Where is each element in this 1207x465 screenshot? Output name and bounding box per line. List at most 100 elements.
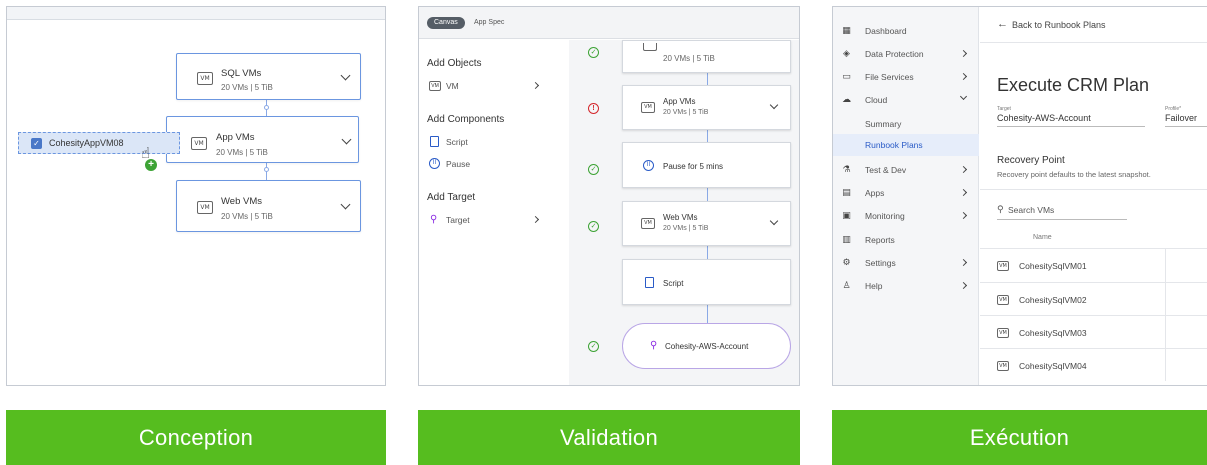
- node-title: SQL VMs: [221, 68, 262, 79]
- sidebar-item-file-services[interactable]: ▭ File Services: [833, 66, 979, 88]
- node-title: Web VMs: [221, 196, 263, 207]
- table-row[interactable]: VM CohesitySqlVM03: [980, 316, 1165, 349]
- add-badge-icon: +: [145, 159, 157, 171]
- sidebar-item-label: Data Protection: [865, 49, 924, 59]
- conception-banner: Conception: [6, 410, 386, 465]
- sidebar-item-label: Reports: [865, 235, 895, 245]
- sidebar-item-reports[interactable]: ▥ Reports: [833, 229, 979, 251]
- sidebar-item-test-dev[interactable]: ⚗ Test & Dev: [833, 159, 979, 181]
- web-vms-node[interactable]: VM Web VMs 20 VMs | 5 TiB: [176, 180, 361, 232]
- node-title: App VMs: [216, 132, 255, 143]
- sidebar-item-dashboard[interactable]: ▦ Dashboard: [833, 20, 979, 42]
- sidebar-item-settings[interactable]: ⚙ Settings: [833, 252, 979, 274]
- shield-icon: ◈: [843, 48, 850, 58]
- chevron-down-icon[interactable]: [769, 216, 779, 226]
- web-vms-card[interactable]: VM Web VMs 20 VMs | 5 TiB: [622, 201, 791, 246]
- apps-icon: ▤: [842, 187, 851, 197]
- sidebar-item-apps[interactable]: ▤ Apps: [833, 182, 979, 204]
- search-input[interactable]: Search VMs: [1008, 205, 1054, 215]
- location-pin-icon: ⚲: [430, 214, 438, 225]
- app-vms-card[interactable]: VM App VMs 20 VMs | 5 TiB: [622, 85, 791, 130]
- vm-icon: VM: [191, 137, 207, 150]
- sidebar-item-label: Dashboard: [865, 26, 907, 36]
- vm-name: CohesitySqlVM02: [1019, 295, 1087, 305]
- vm-name: CohesitySqlVM01: [1019, 261, 1087, 271]
- chevron-right-icon[interactable]: [531, 215, 540, 224]
- monitoring-icon: ▣: [842, 210, 851, 220]
- profile-label: Profile*: [1165, 106, 1182, 112]
- canvas-top-bar: [7, 7, 385, 20]
- vm-group-card[interactable]: 20 VMs | 5 TiB: [622, 40, 791, 73]
- vm-icon: VM: [197, 72, 213, 85]
- search-icon: ⚲: [997, 204, 1004, 214]
- card-title: Cohesity-AWS-Account: [665, 342, 749, 351]
- add-components-heading: Add Components: [427, 114, 505, 125]
- status-ok-icon: ✓: [588, 341, 599, 352]
- runbook-execution-content: ← Back to Runbook Plans Execute CRM Plan…: [980, 7, 1207, 385]
- chevron-right-icon: [959, 49, 968, 58]
- sidebar-item-label: Settings: [865, 258, 896, 268]
- search-underline: [997, 219, 1127, 220]
- dashboard-icon: ▦: [842, 25, 851, 35]
- back-to-runbook-plans-link[interactable]: Back to Runbook Plans: [1012, 20, 1106, 30]
- profile-select[interactable]: Failover: [1165, 113, 1197, 123]
- sidebar-item-script[interactable]: Script: [446, 137, 468, 147]
- status-ok-icon: ✓: [588, 47, 599, 58]
- table-row[interactable]: VM CohesitySqlVM04: [980, 349, 1165, 382]
- chevron-down-icon[interactable]: [341, 134, 352, 145]
- sidebar-item-label: Help: [865, 281, 883, 291]
- pause-card[interactable]: II Pause for 5 mins: [622, 142, 791, 188]
- chevron-right-icon: [959, 165, 968, 174]
- back-arrow-icon[interactable]: ←: [997, 18, 1008, 30]
- table-row[interactable]: VM CohesitySqlVM02: [980, 283, 1165, 316]
- sidebar-item-vm[interactable]: VM: [446, 81, 459, 91]
- execution-banner: Exécution: [832, 410, 1207, 465]
- sql-vms-node[interactable]: VM SQL VMs 20 VMs | 5 TiB: [176, 53, 361, 100]
- vm-icon: VM: [997, 261, 1009, 271]
- vm-icon: VM: [997, 328, 1009, 338]
- sidebar-item-runbook-plans[interactable]: Runbook Plans: [833, 134, 979, 156]
- gear-icon: ⚙: [842, 257, 851, 267]
- sidebar-item-target[interactable]: Target: [446, 215, 470, 225]
- chevron-right-icon: [959, 72, 968, 81]
- card-title: Script: [663, 279, 684, 288]
- sidebar-item-label: Test & Dev: [865, 165, 907, 175]
- sidebar-item-monitoring[interactable]: ▣ Monitoring: [833, 205, 979, 227]
- script-card[interactable]: Script: [622, 259, 791, 305]
- column-header-name[interactable]: Name: [1033, 234, 1052, 241]
- sidebar-item-help[interactable]: ♙ Help: [833, 275, 979, 297]
- conception-canvas-panel: VM SQL VMs 20 VMs | 5 TiB VM App VMs 20 …: [6, 6, 386, 386]
- chevron-right-icon[interactable]: [531, 81, 540, 90]
- vm-icon: VM: [997, 361, 1009, 371]
- card-subtitle: 20 VMs | 5 TiB: [663, 109, 709, 116]
- card-subtitle: 20 VMs | 5 TiB: [663, 54, 715, 63]
- app-vms-node[interactable]: VM App VMs 20 VMs | 5 TiB: [166, 116, 359, 163]
- sidebar-item-data-protection[interactable]: ◈ Data Protection: [833, 43, 979, 65]
- script-icon: [645, 277, 654, 288]
- node-subtitle: 20 VMs | 5 TiB: [221, 212, 273, 221]
- sidebar-item-summary[interactable]: Summary: [833, 113, 979, 135]
- target-value[interactable]: Cohesity-AWS-Account: [997, 113, 1091, 123]
- checkbox-checked-icon[interactable]: ✓: [31, 138, 42, 149]
- dragged-vm-label: CohesityAppVM08: [49, 138, 124, 148]
- table-row[interactable]: VM CohesitySqlVM01: [980, 249, 1165, 282]
- pause-icon: II: [429, 158, 440, 169]
- cloud-icon: ☁: [842, 94, 851, 104]
- card-title: Pause for 5 mins: [663, 162, 724, 171]
- tab-canvas[interactable]: Canvas: [427, 17, 465, 29]
- chevron-down-icon[interactable]: [769, 100, 779, 110]
- canvas-header: Canvas App Spec: [419, 7, 799, 39]
- sidebar-item-cloud[interactable]: ☁ Cloud: [833, 89, 979, 111]
- dragged-vm-item[interactable]: ✓ CohesityAppVM08: [18, 132, 180, 154]
- chevron-down-icon[interactable]: [340, 199, 351, 210]
- folder-icon: ▭: [842, 71, 851, 81]
- sidebar-item-pause[interactable]: Pause: [446, 159, 470, 169]
- target-underline: [997, 126, 1145, 127]
- chevron-right-icon: [959, 281, 968, 290]
- vm-icon: VM: [429, 81, 441, 91]
- chevron-down-icon[interactable]: [340, 70, 351, 81]
- target-card[interactable]: ⚲ Cohesity-AWS-Account: [622, 323, 791, 369]
- tab-app-spec[interactable]: App Spec: [474, 19, 504, 26]
- help-icon: ♙: [842, 280, 851, 290]
- connector-dot: [264, 167, 269, 172]
